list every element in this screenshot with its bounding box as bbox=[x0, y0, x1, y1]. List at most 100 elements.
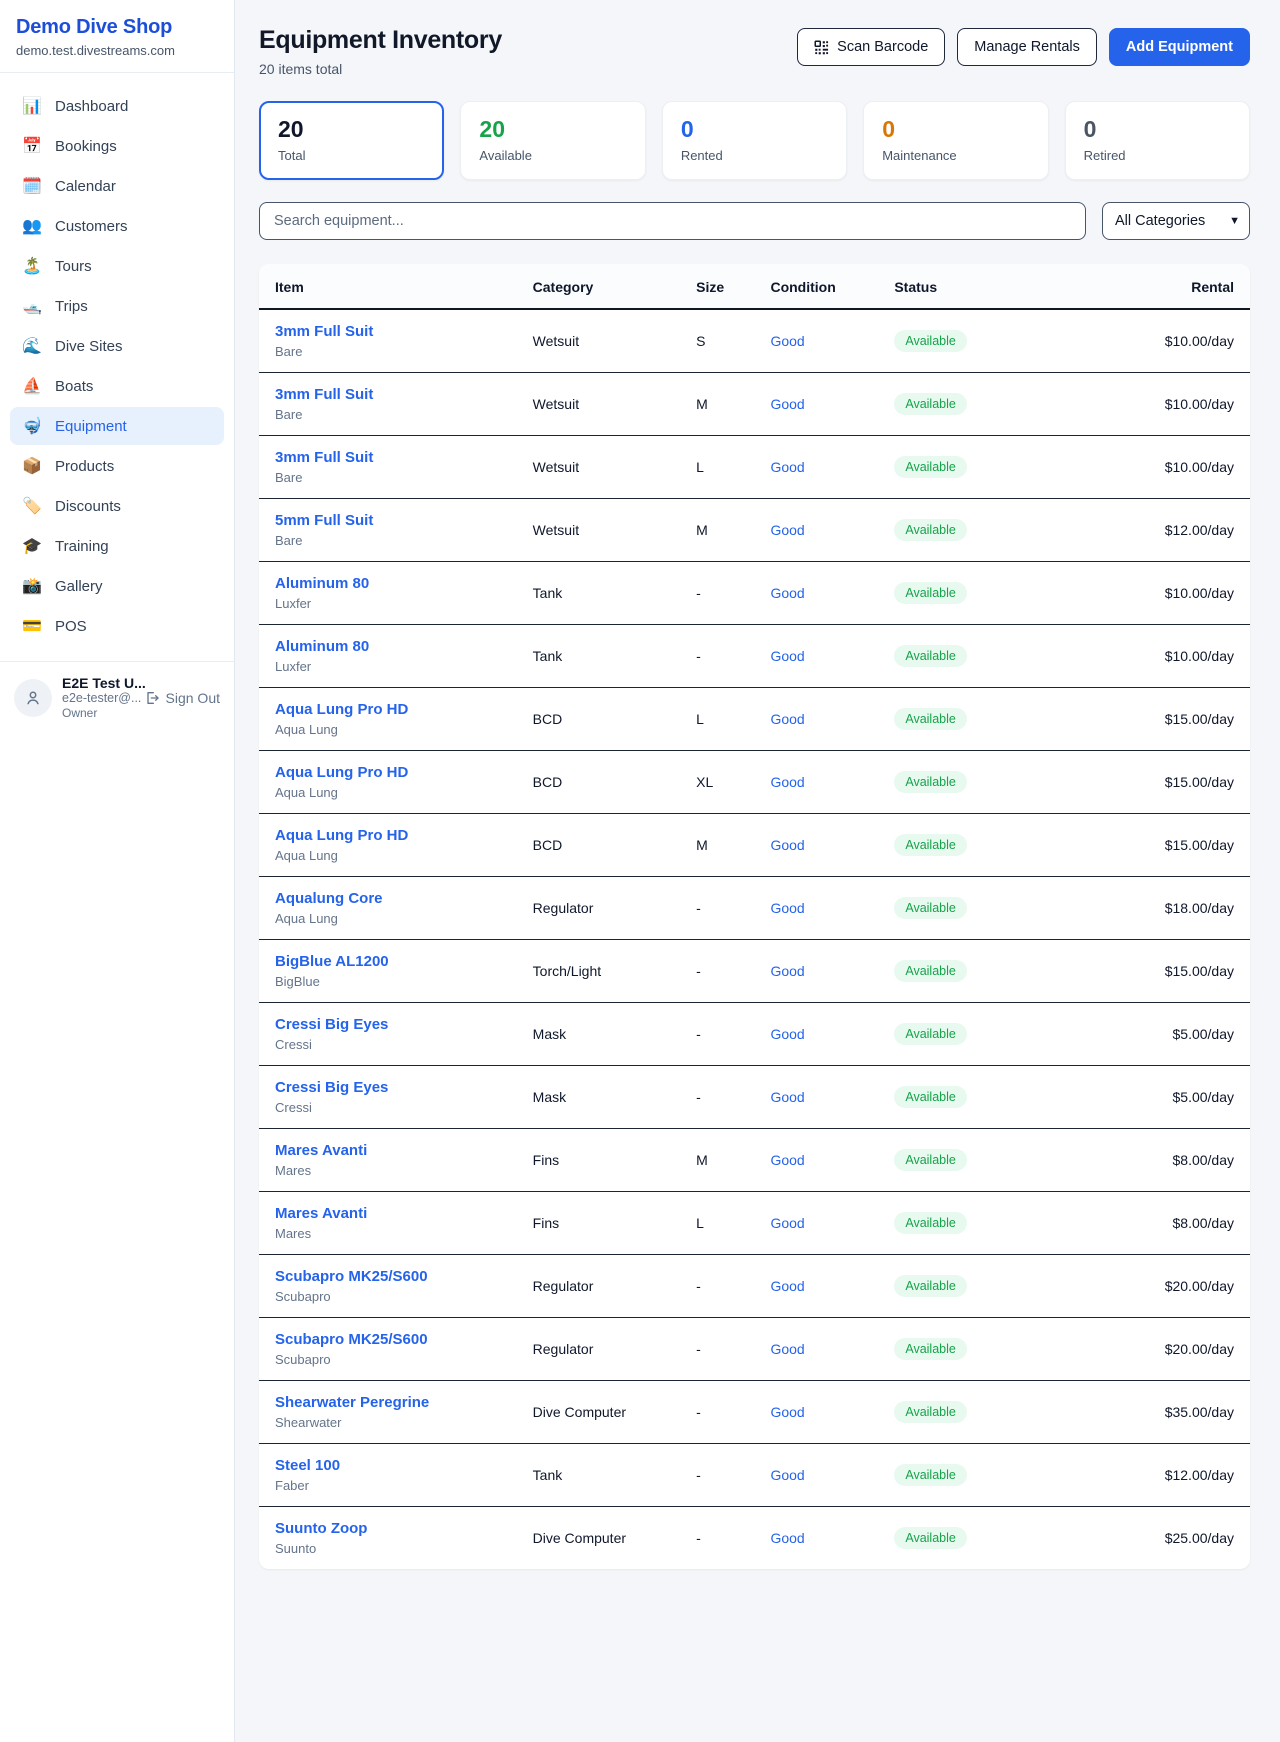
item-condition-link[interactable]: Good bbox=[770, 522, 804, 538]
item-condition-link[interactable]: Good bbox=[770, 648, 804, 664]
item-size: - bbox=[680, 562, 754, 625]
sidebar-item-customers[interactable]: 👥Customers bbox=[10, 207, 224, 245]
item-name-link[interactable]: Cressi Big Eyes bbox=[275, 1079, 501, 1096]
table-row: Aluminum 80LuxferTank-GoodAvailable$10.0… bbox=[259, 562, 1250, 625]
category-select[interactable]: All Categories bbox=[1102, 202, 1250, 240]
item-name-link[interactable]: 3mm Full Suit bbox=[275, 386, 501, 403]
sidebar-item-tours[interactable]: 🏝️Tours bbox=[10, 247, 224, 285]
sidebar-item-products[interactable]: 📦Products bbox=[10, 447, 224, 485]
sidebar-item-dashboard[interactable]: 📊Dashboard bbox=[10, 87, 224, 125]
stat-card-retired[interactable]: 0Retired bbox=[1065, 101, 1250, 180]
trips-icon: 🛥️ bbox=[22, 296, 42, 316]
item-condition-link[interactable]: Good bbox=[770, 396, 804, 412]
item-rental-price: $10.00/day bbox=[1017, 309, 1250, 373]
item-condition-link[interactable]: Good bbox=[770, 1089, 804, 1105]
item-name-link[interactable]: Aqua Lung Pro HD bbox=[275, 764, 501, 781]
item-condition-link[interactable]: Good bbox=[770, 1404, 804, 1420]
item-category: Fins bbox=[517, 1129, 681, 1192]
sidebar-item-boats[interactable]: ⛵Boats bbox=[10, 367, 224, 405]
sidebar-item-dive-sites[interactable]: 🌊Dive Sites bbox=[10, 327, 224, 365]
item-category: Dive Computer bbox=[517, 1381, 681, 1444]
item-category: Tank bbox=[517, 625, 681, 688]
stat-card-available[interactable]: 20Available bbox=[460, 101, 645, 180]
item-name-link[interactable]: 5mm Full Suit bbox=[275, 512, 501, 529]
item-condition-link[interactable]: Good bbox=[770, 1278, 804, 1294]
item-brand: Aqua Lung bbox=[275, 785, 501, 800]
sidebar-item-equipment[interactable]: 🤿Equipment bbox=[10, 407, 224, 445]
status-badge: Available bbox=[894, 1464, 967, 1486]
item-condition-link[interactable]: Good bbox=[770, 774, 804, 790]
item-category: Wetsuit bbox=[517, 373, 681, 436]
stat-label: Total bbox=[278, 148, 425, 163]
training-icon: 🎓 bbox=[22, 536, 42, 556]
item-name-link[interactable]: Scubapro MK25/S600 bbox=[275, 1268, 501, 1285]
item-condition-link[interactable]: Good bbox=[770, 837, 804, 853]
item-name-link[interactable]: Shearwater Peregrine bbox=[275, 1394, 501, 1411]
table-row: Mares AvantiMaresFinsMGoodAvailable$8.00… bbox=[259, 1129, 1250, 1192]
item-condition-link[interactable]: Good bbox=[770, 459, 804, 475]
sidebar-item-gallery[interactable]: 📸Gallery bbox=[10, 567, 224, 605]
tours-icon: 🏝️ bbox=[22, 256, 42, 276]
item-condition-link[interactable]: Good bbox=[770, 1341, 804, 1357]
sidebar-item-trips[interactable]: 🛥️Trips bbox=[10, 287, 224, 325]
item-condition-link[interactable]: Good bbox=[770, 1152, 804, 1168]
pos-icon: 💳 bbox=[22, 616, 42, 636]
item-condition-link[interactable]: Good bbox=[770, 1215, 804, 1231]
item-rental-price: $12.00/day bbox=[1017, 1444, 1250, 1507]
item-condition-link[interactable]: Good bbox=[770, 333, 804, 349]
status-badge: Available bbox=[894, 708, 967, 730]
sidebar-item-pos[interactable]: 💳POS bbox=[10, 607, 224, 645]
sidebar-item-discounts[interactable]: 🏷️Discounts bbox=[10, 487, 224, 525]
item-name-link[interactable]: Aqua Lung Pro HD bbox=[275, 827, 501, 844]
item-name-link[interactable]: Steel 100 bbox=[275, 1457, 501, 1474]
item-condition-link[interactable]: Good bbox=[770, 963, 804, 979]
item-condition-link[interactable]: Good bbox=[770, 1530, 804, 1546]
sidebar-item-calendar[interactable]: 🗓️Calendar bbox=[10, 167, 224, 205]
item-name-link[interactable]: Aluminum 80 bbox=[275, 638, 501, 655]
stat-card-rented[interactable]: 0Rented bbox=[662, 101, 847, 180]
item-condition-link[interactable]: Good bbox=[770, 1467, 804, 1483]
sidebar-item-label: Discounts bbox=[55, 498, 121, 515]
sign-out-button[interactable]: Sign Out bbox=[144, 690, 220, 706]
sidebar-item-label: Dive Sites bbox=[55, 338, 123, 355]
item-size: - bbox=[680, 1003, 754, 1066]
item-condition-link[interactable]: Good bbox=[770, 711, 804, 727]
manage-rentals-button[interactable]: Manage Rentals bbox=[957, 28, 1097, 66]
sidebar-item-label: Boats bbox=[55, 378, 93, 395]
item-brand: Bare bbox=[275, 533, 501, 548]
sidebar-item-label: Customers bbox=[55, 218, 128, 235]
item-name-link[interactable]: Suunto Zoop bbox=[275, 1520, 501, 1537]
item-brand: Luxfer bbox=[275, 659, 501, 674]
column-header-status: Status bbox=[878, 264, 1017, 309]
item-condition-link[interactable]: Good bbox=[770, 585, 804, 601]
item-size: - bbox=[680, 940, 754, 1003]
item-name-link[interactable]: Mares Avanti bbox=[275, 1205, 501, 1222]
add-equipment-button[interactable]: Add Equipment bbox=[1109, 28, 1250, 66]
item-name-link[interactable]: 3mm Full Suit bbox=[275, 449, 501, 466]
item-name-link[interactable]: Mares Avanti bbox=[275, 1142, 501, 1159]
sidebar-item-training[interactable]: 🎓Training bbox=[10, 527, 224, 565]
sidebar-item-bookings[interactable]: 📅Bookings bbox=[10, 127, 224, 165]
stat-card-total[interactable]: 20Total bbox=[259, 101, 444, 180]
item-name-link[interactable]: Aqualung Core bbox=[275, 890, 501, 907]
status-badge: Available bbox=[894, 1149, 967, 1171]
item-name-link[interactable]: BigBlue AL1200 bbox=[275, 953, 501, 970]
scan-barcode-label: Scan Barcode bbox=[837, 39, 928, 55]
item-name-link[interactable]: Scubapro MK25/S600 bbox=[275, 1331, 501, 1348]
scan-barcode-button[interactable]: Scan Barcode bbox=[797, 28, 945, 66]
search-input[interactable] bbox=[259, 202, 1086, 240]
item-category: BCD bbox=[517, 751, 681, 814]
item-name-link[interactable]: Aluminum 80 bbox=[275, 575, 501, 592]
item-name-link[interactable]: Cressi Big Eyes bbox=[275, 1016, 501, 1033]
stat-label: Retired bbox=[1084, 148, 1231, 163]
stat-card-maintenance[interactable]: 0Maintenance bbox=[863, 101, 1048, 180]
bookings-icon: 📅 bbox=[22, 136, 42, 156]
item-category: Tank bbox=[517, 562, 681, 625]
item-category: Wetsuit bbox=[517, 499, 681, 562]
item-condition-link[interactable]: Good bbox=[770, 900, 804, 916]
item-rental-price: $8.00/day bbox=[1017, 1129, 1250, 1192]
item-name-link[interactable]: Aqua Lung Pro HD bbox=[275, 701, 501, 718]
item-name-link[interactable]: 3mm Full Suit bbox=[275, 323, 501, 340]
status-badge: Available bbox=[894, 1275, 967, 1297]
item-condition-link[interactable]: Good bbox=[770, 1026, 804, 1042]
